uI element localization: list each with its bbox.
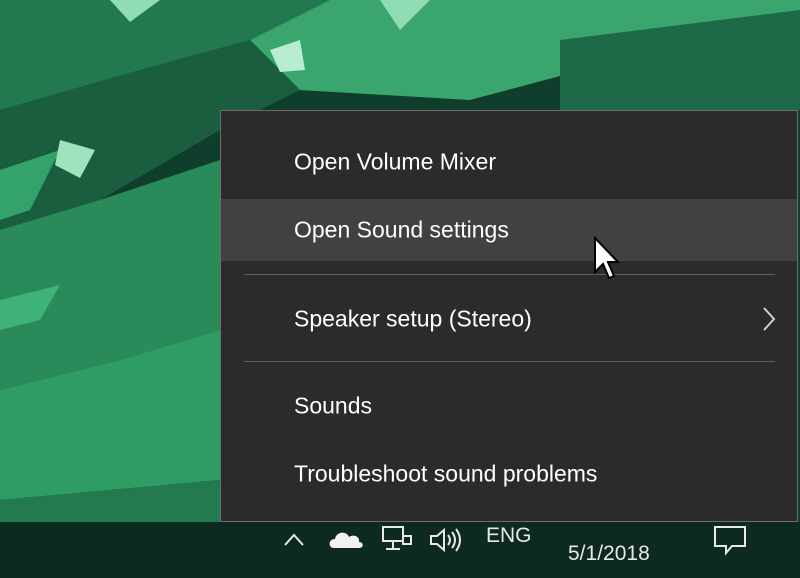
onedrive-cloud-icon[interactable] [326,526,366,552]
taskbar: ENG 5/1/2018 [0,522,800,578]
mouse-pointer-icon [594,236,619,280]
chevron-up-icon[interactable] [282,530,306,550]
menu-item-troubleshoot-sound-problems[interactable]: Troubleshoot sound problems [221,443,797,505]
menu-item-label: Open Sound settings [294,216,509,243]
menu-item-label: Troubleshoot sound problems [294,460,598,487]
clock-date[interactable]: 5/1/2018 [568,542,650,566]
menu-item-label: Sounds [294,392,373,419]
language-indicator[interactable]: ENG [486,524,532,548]
menu-item-sounds[interactable]: Sounds [221,375,797,437]
menu-item-speaker-setup[interactable]: Speaker setup (Stereo) [221,288,797,350]
menu-separator [244,274,775,275]
menu-item-open-sound-settings[interactable]: Open Sound settings [221,199,797,261]
volume-icon[interactable] [428,526,464,554]
menu-item-label: Speaker setup (Stereo) [294,305,532,332]
menu-item-label: Open Volume Mixer [294,148,496,175]
network-icon[interactable] [380,524,414,554]
sound-context-menu: Open Volume Mixer Open Sound settings Sp… [220,110,798,522]
menu-item-open-volume-mixer[interactable]: Open Volume Mixer [221,131,797,193]
chevron-right-icon [763,307,776,331]
action-center-icon[interactable] [712,524,748,556]
menu-separator [244,361,775,362]
